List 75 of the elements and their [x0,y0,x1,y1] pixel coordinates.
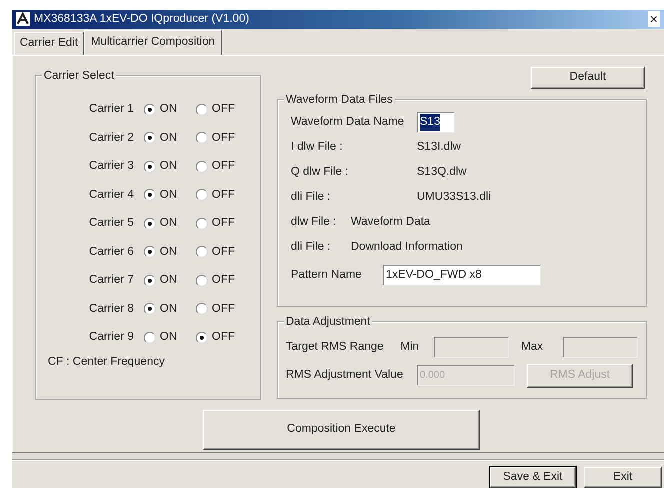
radio-label[interactable]: ON [160,215,178,233]
carrier-label: Carrier 1 [88,102,135,118]
input-field[interactable]: 1xEV-DO_FWD x8 [383,264,541,286]
radio-label[interactable]: ON [160,186,178,204]
field-label: Min [400,340,420,356]
radio-label[interactable]: OFF [212,186,235,204]
field-label: Q dlw File : [291,164,350,180]
app-icon [16,12,30,26]
input-field[interactable] [562,337,638,358]
radio-button[interactable] [144,246,156,258]
radio-button[interactable] [144,132,156,144]
radio-button[interactable] [196,218,208,230]
radio-button[interactable] [196,246,208,258]
radio-button[interactable] [196,160,208,173]
carrier-label: Carrier 4 [88,188,135,203]
file-name: UMU33S13.dli [417,190,492,205]
radio-button[interactable] [144,303,156,316]
note-text: CF : Center Frequency [47,355,166,370]
radio-button[interactable] [144,189,156,202]
radio-button[interactable] [196,132,208,144]
legend-text: Download Information [351,240,463,255]
radio-button[interactable] [196,274,208,287]
radio-button[interactable] [196,104,208,116]
radio-button[interactable] [196,303,208,316]
file-name: S13I.dlw [417,140,462,155]
radio-label[interactable]: OFF [212,215,235,233]
field-label: dli File : [291,190,332,205]
radio-label[interactable]: ON [160,158,178,176]
legend-label: dlw File : [291,214,338,230]
field-label: Pattern Name [291,268,363,283]
carrier-label: Carrier 9 [88,330,135,346]
input-field[interactable]: S13 [417,112,455,133]
radio-label[interactable]: ON [160,329,178,347]
carrier-label: Carrier 5 [88,216,135,232]
field-label: Max [521,340,544,356]
legend-text: Waveform Data [351,214,430,230]
radio-button[interactable] [144,104,156,116]
default-button[interactable]: Default [531,66,645,89]
carrier-label: Carrier 8 [88,302,135,317]
legend-label: dli File : [291,240,332,255]
carrier-label: Carrier 2 [88,130,135,146]
radio-label[interactable]: ON [160,101,178,119]
field-label: RMS Adjustment Value [286,368,404,384]
close-button[interactable]: × [648,11,660,28]
radio-label[interactable]: OFF [212,272,235,290]
field-value: S13 [420,114,440,131]
field-label: Waveform Data Name [291,114,406,130]
composition-execute-button[interactable]: Composition Execute [203,410,480,450]
radio-label[interactable]: OFF [212,130,235,148]
radio-button[interactable] [196,332,208,344]
window-title: MX368133A 1xEV-DO IQproducer (V1.00) [34,12,250,27]
radio-label[interactable]: ON [160,300,178,318]
file-name: S13Q.dlw [417,164,467,180]
footer-button[interactable]: Save & Exit [490,467,576,488]
tab[interactable]: Carrier Edit [14,32,84,55]
radio-label[interactable]: OFF [212,329,235,347]
carrier-label: Carrier 7 [88,273,135,288]
radio-label[interactable]: OFF [212,300,235,318]
radio-label[interactable]: ON [160,130,178,148]
field-label: I dlw File : [291,140,344,155]
carrier-label: Carrier 6 [88,244,135,260]
radio-button[interactable] [196,189,208,202]
radio-button[interactable] [144,218,156,230]
radio-button[interactable] [144,160,156,173]
footer-button[interactable]: Exit [584,467,662,488]
radio-label[interactable]: OFF [212,158,235,176]
radio-label[interactable]: ON [160,244,178,262]
radio-button[interactable] [144,332,156,344]
tab[interactable]: Multicarrier Composition [84,30,222,55]
radio-label[interactable]: ON [160,272,178,290]
radio-button[interactable] [144,274,156,287]
radio-label[interactable]: OFF [212,244,235,262]
field-label: Target RMS Range [286,340,385,356]
carrier-label: Carrier 3 [88,159,135,174]
radio-label[interactable]: OFF [212,101,235,119]
